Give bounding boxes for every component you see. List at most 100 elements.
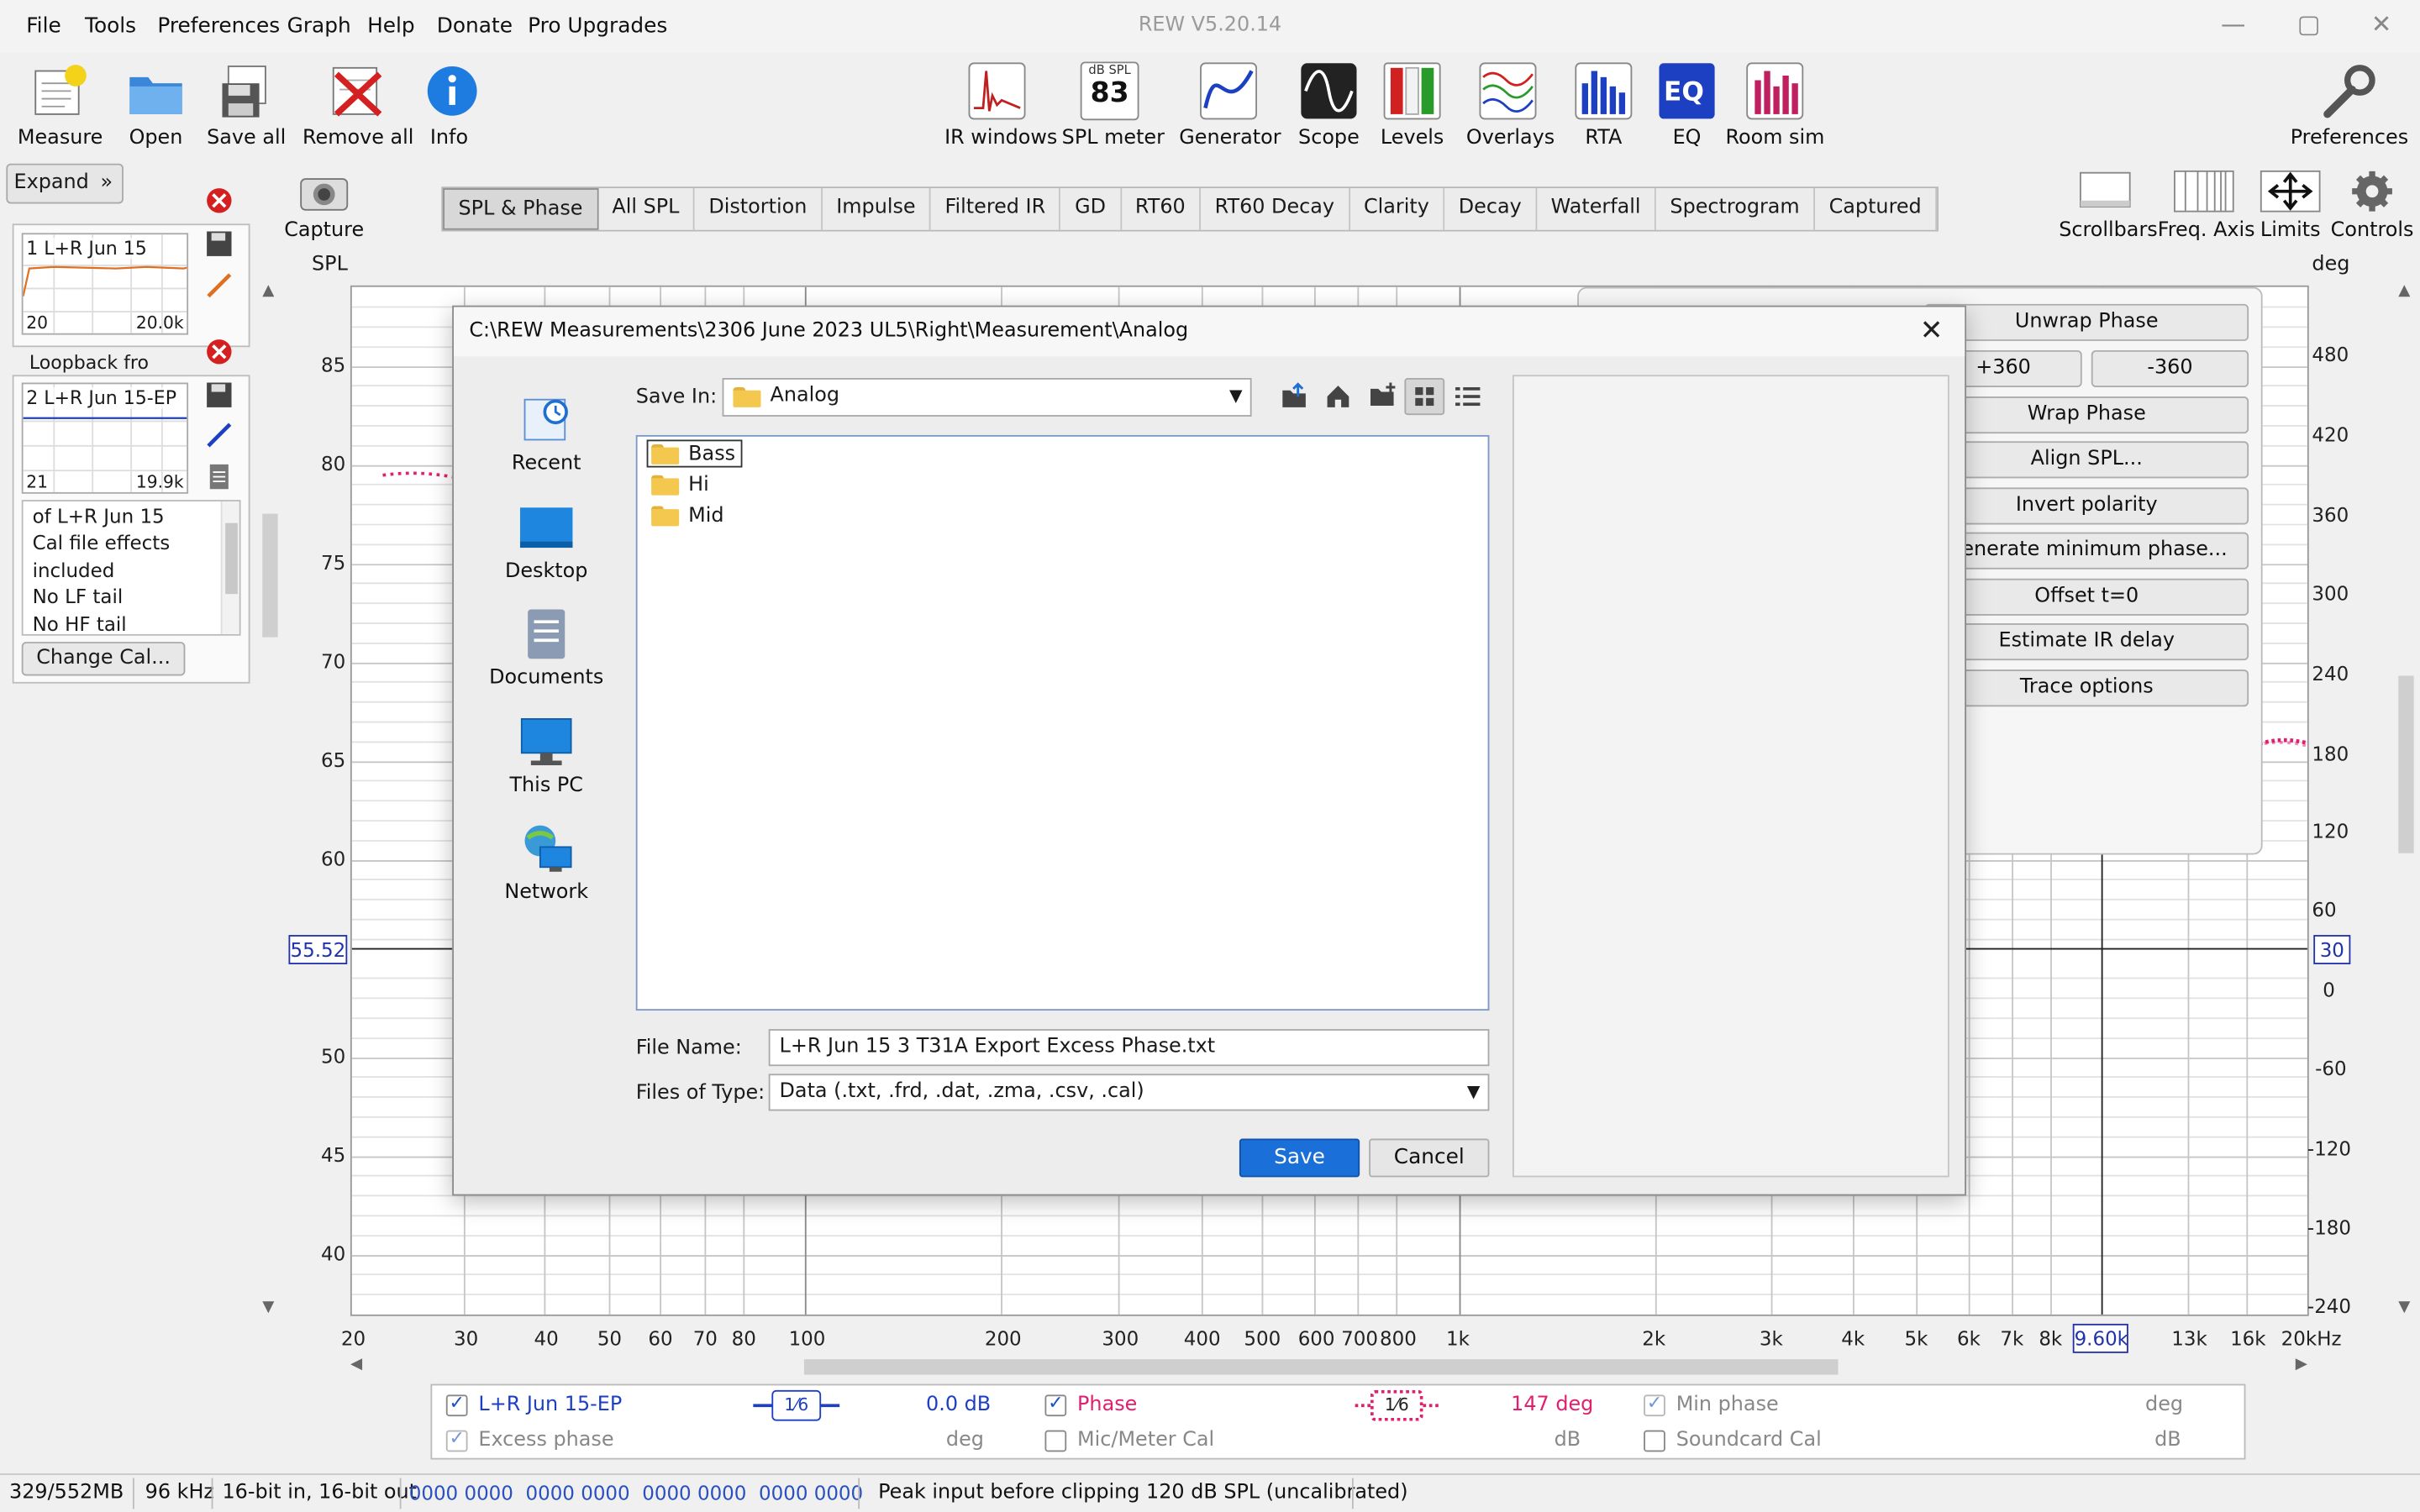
remove-measurement-icon[interactable] (205, 186, 233, 214)
scroll-left-icon[interactable]: ◀ (350, 1356, 362, 1373)
rta-button[interactable]: RTA (1574, 61, 1633, 150)
remove-all-button[interactable]: Remove all (302, 61, 413, 150)
overlays-button[interactable]: Overlays (1466, 61, 1555, 150)
new-folder-icon[interactable] (1367, 381, 1398, 412)
scrollbar-thumb[interactable] (803, 1359, 1839, 1375)
levels-button[interactable]: Levels (1380, 61, 1444, 150)
menu-graph[interactable]: Graph (287, 14, 351, 39)
remove-measurement-icon[interactable] (205, 338, 233, 365)
tab-gd[interactable]: GD (1060, 188, 1122, 230)
save-all-button[interactable]: Save all (207, 61, 286, 150)
save-measurement-icon[interactable] (205, 230, 233, 258)
place-desktop[interactable]: Desktop (477, 501, 616, 583)
scrollbar-thumb[interactable] (2398, 675, 2414, 853)
minimize-icon[interactable]: — (2210, 9, 2256, 43)
scope-button[interactable]: Scope (1297, 61, 1361, 150)
graph-horizontal-scrollbar[interactable]: ◀ ▶ (347, 1356, 2311, 1378)
file-list[interactable]: Bass Hi Mid (635, 434, 1490, 1011)
place-recent[interactable]: Recent (477, 393, 616, 475)
estimate-ir-delay-button[interactable]: Estimate IR delay (1924, 623, 2249, 661)
file-item-hi[interactable]: Hi (647, 470, 709, 498)
freq-axis-button[interactable]: Freq. Axis (2158, 170, 2255, 242)
eq-button[interactable]: EQ EQ (1658, 61, 1717, 150)
close-window-icon[interactable]: ✕ (2359, 9, 2405, 43)
tab-distortion[interactable]: Distortion (694, 188, 823, 230)
scroll-up-icon[interactable]: ▲ (262, 282, 274, 299)
trace-options-button[interactable]: Trace options (1924, 669, 2249, 707)
menu-help[interactable]: Help (367, 14, 415, 39)
save-in-select[interactable]: Analog ▼ (722, 377, 1252, 417)
home-icon[interactable] (1323, 381, 1354, 412)
expand-button[interactable]: Expand » (6, 163, 124, 204)
maximize-icon[interactable]: ▢ (2286, 9, 2332, 43)
tab-waterfall[interactable]: Waterfall (1537, 188, 1656, 230)
invert-polarity-button[interactable]: Invert polarity (1924, 487, 2249, 525)
measurement-notes[interactable]: of L+R Jun 15 Cal file effects included … (21, 500, 241, 636)
trace-checkbox[interactable] (445, 1427, 468, 1452)
smoothing-badge[interactable]: 1⁄6 (1370, 1389, 1423, 1421)
scrollbars-button[interactable]: Scrollbars (2059, 170, 2158, 242)
tab-decay[interactable]: Decay (1444, 188, 1538, 230)
menu-file[interactable]: File (26, 14, 60, 39)
menu-donate[interactable]: Donate (437, 14, 513, 39)
generate-minimum-phase-button[interactable]: Generate minimum phase... (1924, 532, 2249, 570)
info-button[interactable]: Info (423, 61, 477, 150)
tab-spl-phase[interactable]: SPL & Phase (443, 188, 598, 230)
spl-meter-button[interactable]: dB SPL 83 SPL meter (1062, 61, 1165, 150)
tab-all-spl[interactable]: All SPL (597, 188, 695, 230)
trace-checkbox[interactable] (1644, 1430, 1665, 1452)
generator-button[interactable]: Generator (1179, 61, 1281, 150)
file-name-input[interactable]: L+R Jun 15 3 T31A Export Excess Phase.tx… (768, 1029, 1490, 1067)
tab-captured[interactable]: Captured (1815, 188, 1938, 230)
align-spl-button[interactable]: Align SPL... (1924, 441, 2249, 479)
change-cal-button[interactable]: Change Cal... (21, 642, 186, 676)
save-button[interactable]: Save (1239, 1138, 1360, 1178)
tab-rt60-decay[interactable]: RT60 Decay (1201, 188, 1350, 230)
smoothing-badge[interactable]: 1⁄6 (771, 1389, 822, 1421)
edit-measurement-icon[interactable] (205, 421, 233, 449)
limits-button[interactable]: Limits (2254, 170, 2328, 242)
wrap-phase-button[interactable]: Wrap Phase (1924, 396, 2249, 434)
tab-spectrogram[interactable]: Spectrogram (1655, 188, 1816, 230)
ir-windows-button[interactable]: IR windows (944, 61, 1057, 150)
notes-scrollbar[interactable] (220, 501, 239, 634)
scroll-up-icon[interactable]: ▲ (2398, 282, 2410, 299)
open-button[interactable]: Open (120, 61, 191, 150)
tab-filtered-ir[interactable]: Filtered IR (930, 188, 1061, 230)
trace-checkbox[interactable] (445, 1392, 468, 1417)
menu-preferences[interactable]: Preferences (157, 14, 280, 39)
capture-button[interactable]: Capture (282, 170, 366, 242)
cancel-button[interactable]: Cancel (1369, 1138, 1490, 1178)
notes-scrollbar-thumb[interactable] (225, 522, 238, 595)
graph-vertical-scrollbar-left[interactable]: ▲ ▼ (259, 282, 281, 1316)
scrollbar-thumb[interactable] (262, 513, 278, 638)
scroll-right-icon[interactable]: ▶ (2296, 1356, 2307, 1373)
scroll-down-icon[interactable]: ▼ (262, 1299, 274, 1316)
file-type-select[interactable]: Data (.txt, .frd, .dat, .zma, .csv, .cal… (768, 1074, 1490, 1111)
preferences-button[interactable]: Preferences (2291, 61, 2408, 150)
tab-clarity[interactable]: Clarity (1349, 188, 1445, 230)
trace-checkbox[interactable] (1044, 1430, 1067, 1452)
up-one-level-icon[interactable] (1278, 381, 1309, 412)
tab-rt60[interactable]: RT60 (1121, 188, 1202, 230)
file-item-mid[interactable]: Mid (647, 501, 724, 529)
save-measurement-icon[interactable] (205, 381, 233, 409)
file-item-bass[interactable]: Bass (646, 439, 744, 468)
graph-vertical-scrollbar-right[interactable]: ▲ ▼ (2395, 282, 2417, 1316)
measure-button[interactable]: Measure (15, 61, 105, 150)
unwrap-phase-button[interactable]: Unwrap Phase (1924, 303, 2249, 341)
room-sim-button[interactable]: Room sim (1725, 61, 1824, 150)
minus-360-button[interactable]: -360 (2091, 349, 2249, 388)
controls-button[interactable]: Controls (2330, 170, 2413, 242)
trace-checkbox[interactable] (1044, 1392, 1067, 1417)
menu-pro-upgrades[interactable]: Pro Upgrades (528, 14, 667, 39)
menu-tools[interactable]: Tools (85, 14, 136, 39)
edit-measurement-icon[interactable] (205, 271, 233, 299)
list-view-icon[interactable] (1404, 377, 1445, 416)
place-network[interactable]: Network (477, 822, 616, 904)
details-view-icon[interactable] (1452, 381, 1483, 412)
offset-t0-button[interactable]: Offset t=0 (1924, 578, 2249, 616)
place-documents[interactable]: Documents (477, 608, 616, 690)
trace-checkbox[interactable] (1644, 1392, 1665, 1417)
place-this-pc[interactable]: This PC (477, 716, 616, 798)
